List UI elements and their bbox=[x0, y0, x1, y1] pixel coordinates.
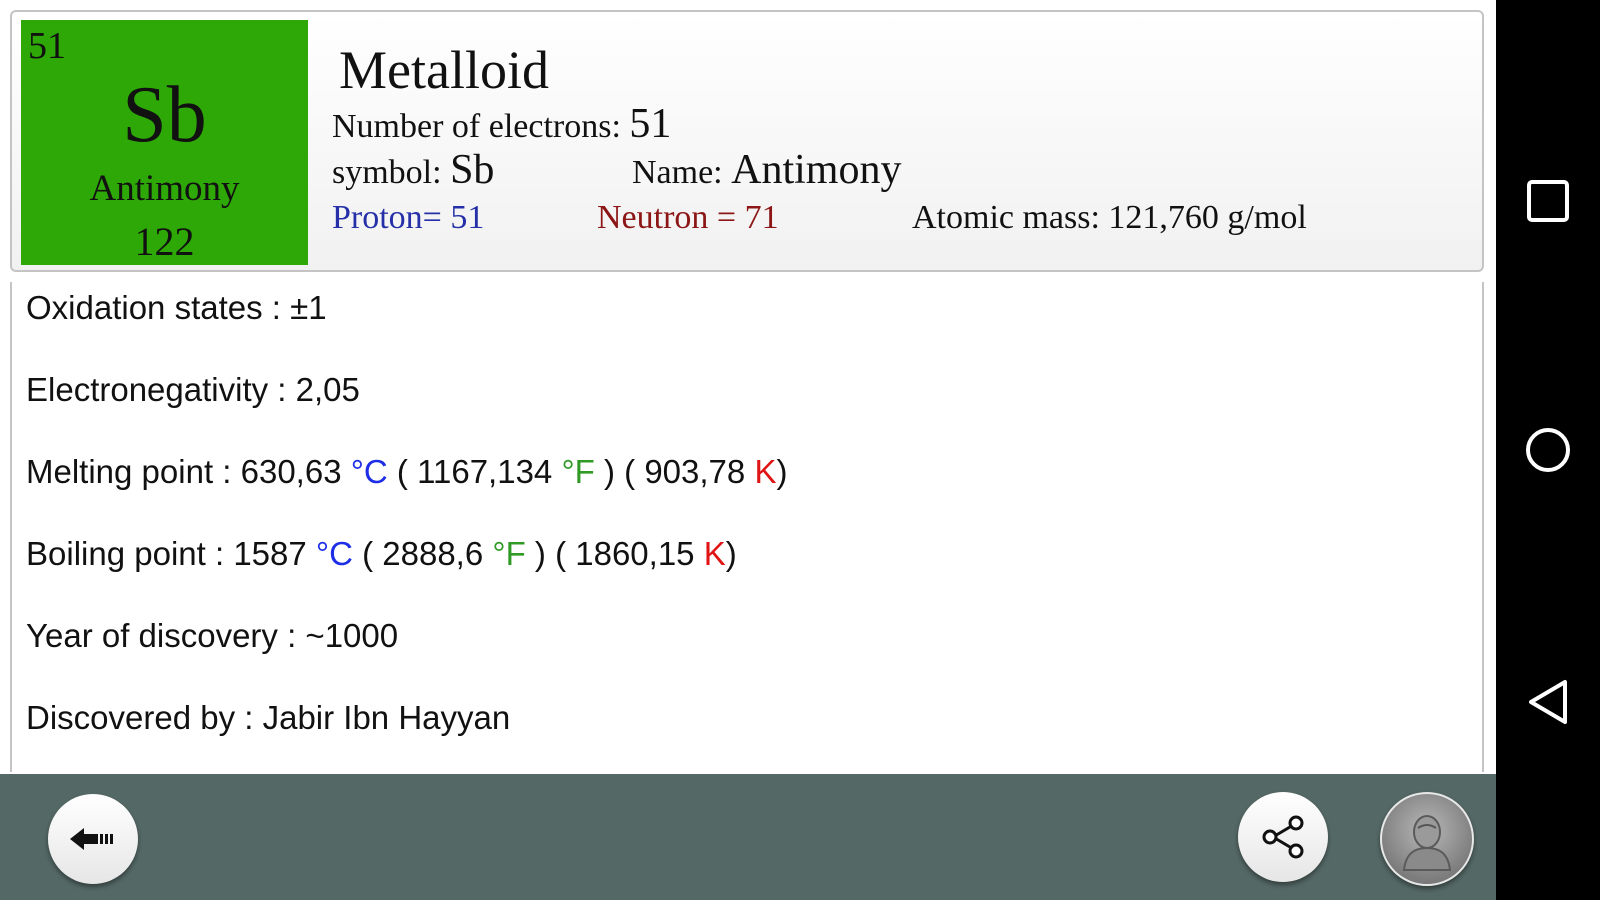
element-header-card: 51 Sb Antimony 122 Metalloid Number of e… bbox=[10, 10, 1484, 272]
back-arrow-icon bbox=[70, 828, 113, 850]
boiling-label: Boiling point : bbox=[26, 535, 234, 572]
kelvin-unit: K bbox=[754, 453, 777, 490]
recents-square-icon bbox=[1527, 180, 1569, 222]
oxidation-states: Oxidation states : ±1 bbox=[26, 289, 327, 326]
bottom-toolbar bbox=[0, 774, 1496, 900]
paren-close: ) bbox=[594, 453, 615, 490]
symbol-label: symbol: bbox=[332, 154, 451, 191]
element-category: Metalloid bbox=[339, 40, 549, 100]
atomic-mass: Atomic mass: 121,760 g/mol bbox=[912, 199, 1307, 236]
boiling-point: Boiling point : 1587 °C ( 2888,6 °F ) ( … bbox=[26, 534, 737, 574]
share-icon bbox=[1262, 815, 1304, 859]
tile-symbol: Sb bbox=[122, 71, 207, 159]
electronegativity: Electronegativity : 2,05 bbox=[26, 371, 360, 408]
melting-kelvin: 903,78 bbox=[644, 453, 746, 490]
tile-mass: 122 bbox=[134, 219, 195, 264]
element-tile: 51 Sb Antimony 122 bbox=[21, 20, 308, 265]
discovered-by: Discovered by : Jabir Ibn Hayyan bbox=[26, 699, 511, 736]
electrons-row: Number of electrons: 51 bbox=[332, 101, 672, 147]
system-back-button[interactable] bbox=[1518, 672, 1578, 732]
kelvin-unit: K bbox=[703, 535, 726, 572]
name-row: Name: Antimony bbox=[632, 147, 902, 193]
year-of-discovery: Year of discovery : ~1000 bbox=[26, 617, 399, 654]
paren-close: ) bbox=[776, 453, 788, 490]
tile-atomic-number: 51 bbox=[28, 25, 66, 67]
boiling-fahrenheit: 2888,6 bbox=[382, 535, 484, 572]
name-value: Antimony bbox=[731, 147, 902, 193]
proton-count: Proton= 51 bbox=[332, 199, 485, 236]
boiling-kelvin: 1860,15 bbox=[575, 535, 695, 572]
home-circle-icon bbox=[1526, 428, 1570, 472]
melting-point: Melting point : 630,63 °C ( 1167,134 °F … bbox=[26, 452, 787, 492]
symbol-value: Sb bbox=[450, 147, 495, 193]
fahrenheit-unit: °F bbox=[561, 453, 595, 490]
paren-close: ) bbox=[525, 535, 546, 572]
melting-celsius: 630,63 bbox=[240, 453, 342, 490]
paren-open: ( bbox=[352, 535, 383, 572]
boiling-celsius: 1587 bbox=[233, 535, 307, 572]
paren-open: ( bbox=[615, 453, 645, 490]
system-nav-bar bbox=[1496, 0, 1600, 900]
app-screen: 51 Sb Antimony 122 Metalloid Number of e… bbox=[0, 0, 1496, 900]
home-button[interactable] bbox=[1518, 420, 1578, 480]
share-button[interactable] bbox=[1238, 792, 1328, 882]
celsius-unit: °C bbox=[350, 453, 388, 490]
melting-label: Melting point : bbox=[26, 453, 241, 490]
recents-button[interactable] bbox=[1518, 171, 1578, 231]
symbol-row: symbol: Sb bbox=[332, 147, 495, 193]
electrons-label: Number of electrons: bbox=[332, 108, 630, 145]
celsius-unit: °C bbox=[315, 535, 353, 572]
paren-close: ) bbox=[725, 535, 737, 572]
electrons-value: 51 bbox=[629, 101, 672, 147]
avatar-button[interactable] bbox=[1380, 792, 1474, 886]
properties-list: Oxidation states : ±1 Electronegativity … bbox=[10, 282, 1484, 772]
back-triangle-icon bbox=[1529, 680, 1567, 724]
tile-name: Antimony bbox=[89, 168, 240, 209]
neutron-count: Neutron = 71 bbox=[597, 199, 779, 236]
melting-fahrenheit: 1167,134 bbox=[417, 453, 553, 490]
fahrenheit-unit: °F bbox=[492, 535, 526, 572]
name-label: Name: bbox=[632, 154, 732, 191]
back-button[interactable] bbox=[48, 794, 138, 884]
paren-open: ( bbox=[387, 453, 418, 490]
paren-open: ( bbox=[545, 535, 576, 572]
avatar-icon bbox=[1402, 815, 1452, 871]
